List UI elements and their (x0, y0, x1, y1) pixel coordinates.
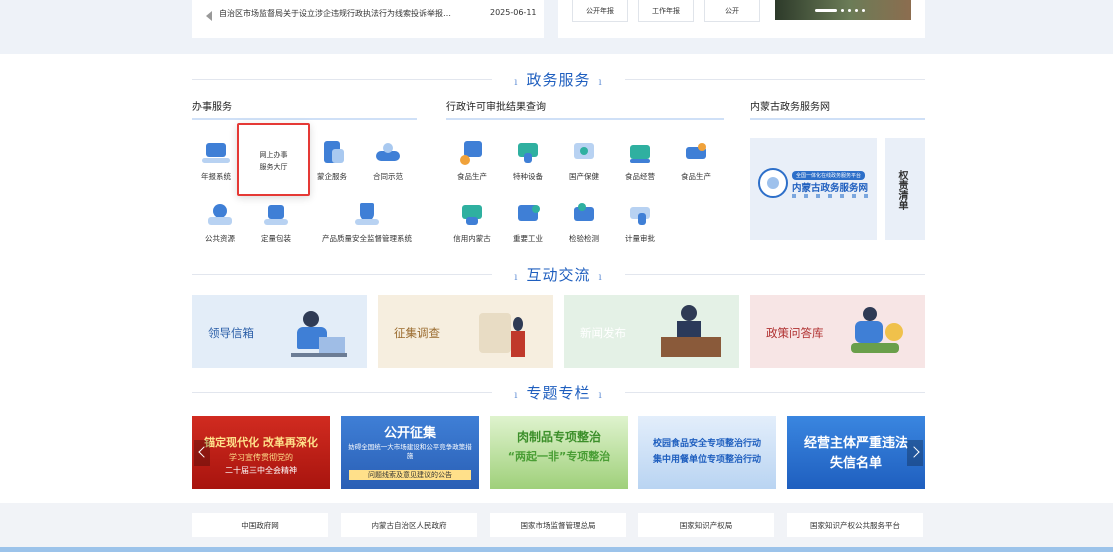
chart-icon (626, 141, 654, 165)
gov-portal-decoration (792, 194, 868, 198)
footer-link-ip-public-service[interactable]: 国家知识产权公共服务平台 (787, 513, 923, 537)
approval-domestic-health[interactable]: 国产保健 (554, 141, 614, 182)
carousel-dot[interactable] (862, 9, 865, 12)
public-annual-report-button[interactable]: 公开年报 (572, 0, 628, 22)
card-news-release[interactable]: 新闻发布 (564, 295, 739, 368)
carousel-dot[interactable] (841, 9, 844, 12)
footer-link-cnipa[interactable]: 国家知识产权局 (638, 513, 774, 537)
building-icon (318, 141, 346, 165)
carousel-next-arrow-icon[interactable] (907, 440, 923, 466)
divider (625, 274, 925, 275)
section-title-text: 互动交流 (526, 266, 591, 284)
public-info-panel: 公开年报 工作年报 公开 (558, 0, 925, 38)
divider (192, 392, 492, 393)
approval-key-industry[interactable]: 重要工业 (498, 203, 558, 244)
public-button[interactable]: 公开 (704, 0, 760, 22)
document-icon (458, 141, 486, 165)
equipment-icon (514, 141, 542, 165)
scroll-illustration-icon (475, 303, 535, 363)
power-list-label: 权责清单 (896, 170, 907, 210)
divider (625, 79, 925, 80)
banner-school-food-safety[interactable]: 校园食品安全专项整治行动 集中用餐单位专项整治行动 (638, 416, 776, 489)
banner-meat-products[interactable]: 肉制品专项整治 “两起一非”专项整治 (490, 416, 628, 489)
service-public-resource[interactable]: 公共资源 (190, 203, 250, 244)
computer-icon (202, 141, 230, 165)
approval-food-production-2[interactable]: 食品生产 (666, 141, 726, 182)
person-reading-illustration-icon (847, 303, 907, 363)
carousel-dot-active[interactable] (815, 9, 837, 12)
box-icon (262, 203, 290, 227)
page: 自治区市场监督局关于设立涉企违规行政执法行为线索投诉举报… 2025-06-11… (0, 0, 1113, 552)
card-leader-mailbox[interactable]: 领导信箱 (192, 295, 367, 368)
service-quantitative-packaging[interactable]: 定量包装 (246, 203, 306, 244)
section-title-interaction: ı 互动交流 ı (192, 264, 925, 284)
carousel-prev-arrow-icon[interactable] (194, 440, 210, 466)
divider (192, 274, 492, 275)
factory-icon (514, 203, 542, 227)
footer-link-samr[interactable]: 国家市场监督管理总局 (490, 513, 626, 537)
gov-portal-card[interactable]: 全国一体化在线政务服务平台 内蒙古政务服务网 (750, 138, 877, 240)
section-title-text: 专题专栏 (526, 384, 591, 402)
banner-dishonest-list[interactable]: 经营主体严重违法 失信名单 (787, 416, 925, 489)
carousel-dot[interactable] (848, 9, 851, 12)
credit-icon (458, 203, 486, 227)
column-header-gov-portal: 内蒙古政务服务网 (750, 98, 925, 120)
column-header-services: 办事服务 (192, 98, 417, 120)
news-date: 2025-06-11 (490, 8, 537, 17)
banner-carousel[interactable] (775, 0, 911, 20)
gov-portal-logo-icon (758, 168, 788, 198)
gear-icon (206, 203, 234, 227)
section-title-special: ı 专题专栏 ı (192, 382, 925, 402)
service-mengqi[interactable]: 蒙企服务 (302, 141, 362, 182)
banner-public-solicitation[interactable]: 公开征集 妨碍全国统一大市场建设和公平竞争政策措施 问题线索及意见建议的公告 (341, 416, 479, 489)
work-annual-report-button[interactable]: 工作年报 (638, 0, 694, 22)
approval-food-production[interactable]: 食品生产 (442, 141, 502, 182)
section-title-gov-services: ı 政务服务 ı (192, 69, 925, 89)
footer-bar (0, 547, 1113, 552)
column-header-approval: 行政许可审批结果查询 (446, 98, 724, 120)
microscope-icon (570, 203, 598, 227)
divider (192, 79, 492, 80)
service-product-quality[interactable]: 产品质量安全监督管理系统 (322, 203, 412, 244)
approval-food-business[interactable]: 食品经营 (610, 141, 670, 182)
popup-line-2: 服务大厅 (259, 163, 288, 171)
shield-icon (353, 203, 381, 227)
carousel-dot[interactable] (855, 9, 858, 12)
card-policy-qa[interactable]: 政策问答库 (750, 295, 925, 368)
card-survey-collection[interactable]: 征集调查 (378, 295, 553, 368)
scale-icon (626, 203, 654, 227)
news-headline-link[interactable]: 自治区市场监督局关于设立涉企违规行政执法行为线索投诉举报… (219, 8, 469, 19)
online-service-hall-popup[interactable]: 网上办事 服务大厅 (237, 123, 310, 196)
approval-inspection-testing[interactable]: 检验检测 (554, 203, 614, 244)
carousel-dots (815, 9, 865, 12)
prev-arrow-icon[interactable] (206, 11, 212, 21)
power-list-card[interactable]: 权责清单 (885, 138, 925, 240)
approval-special-equipment[interactable]: 特种设备 (498, 141, 558, 182)
gov-portal-tag: 全国一体化在线政务服务平台 (792, 171, 866, 180)
person-laptop-illustration-icon (289, 303, 349, 363)
popup-line-1: 网上办事 (259, 151, 288, 159)
news-ticker: 自治区市场监督局关于设立涉企违规行政执法行为线索投诉举报… 2025-06-11 (192, 0, 544, 38)
divider (625, 392, 925, 393)
person-icon (682, 141, 710, 165)
footer-link-inner-mongolia-gov[interactable]: 内蒙古自治区人民政府 (341, 513, 477, 537)
banner-reform[interactable]: 锚定现代化 改革再深化 学习宣传贯彻党的 二十届三中全会精神 (192, 416, 330, 489)
press-speaker-illustration-icon (661, 303, 721, 363)
handshake-icon (374, 141, 402, 165)
approval-metrology[interactable]: 计量审批 (610, 203, 670, 244)
approval-credit-inner-mongolia[interactable]: 信用内蒙古 (442, 203, 502, 244)
service-contract-template[interactable]: 合同示范 (358, 141, 418, 182)
top-strip (0, 0, 1113, 54)
section-title-text: 政务服务 (526, 71, 591, 89)
footer-link-china-gov[interactable]: 中国政府网 (192, 513, 328, 537)
gov-portal-name: 内蒙古政务服务网 (792, 183, 869, 194)
health-icon (570, 141, 598, 165)
